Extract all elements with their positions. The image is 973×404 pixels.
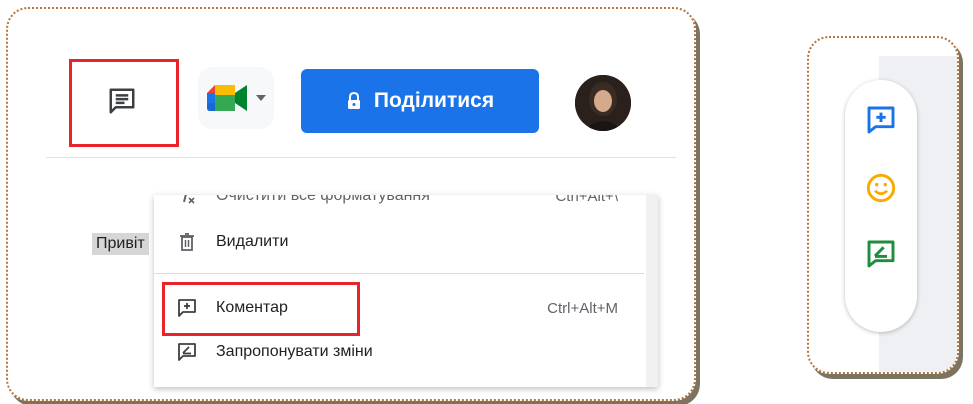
menu-item-suggest-edits[interactable]: Запропонувати зміни: [154, 329, 644, 375]
menu-item-delete[interactable]: Видалити: [154, 219, 644, 265]
side-emoji-button[interactable]: [863, 170, 899, 206]
chevron-down-icon: [256, 95, 266, 101]
clear-format-icon: [176, 195, 198, 207]
left-panel: Поділитися Привіт Очистити все форматува…: [6, 7, 696, 401]
menu-separator: [154, 273, 644, 274]
menu-item-clear-formatting[interactable]: Очистити все форматування Ctrl+Alt+\: [154, 195, 644, 219]
meet-button[interactable]: [198, 67, 274, 129]
side-add-comment-button[interactable]: [863, 102, 899, 138]
side-actions-pill: [845, 80, 917, 332]
menu-scrollbar[interactable]: [646, 195, 658, 387]
suggest-edits-icon: [867, 240, 895, 268]
suggest-edits-icon: [176, 341, 198, 363]
google-meet-icon: [207, 85, 247, 111]
share-label: Поділитися: [373, 89, 495, 112]
menu-item-shortcut: Ctrl+Alt+\: [555, 195, 618, 205]
comment-history-button[interactable]: [92, 69, 152, 133]
lock-icon: [347, 92, 360, 109]
menu-item-label: Видалити: [216, 233, 289, 250]
context-menu: Очистити все форматування Ctrl+Alt+\ Вид…: [154, 195, 658, 387]
toolbar-divider: [46, 157, 676, 158]
share-button[interactable]: Поділитися: [301, 69, 539, 133]
add-comment-icon: [176, 297, 198, 319]
user-avatar: [575, 75, 631, 131]
comment-history-icon: [109, 88, 135, 114]
add-comment-icon: [867, 106, 895, 134]
side-suggest-edits-button[interactable]: [863, 236, 899, 272]
menu-item-comment[interactable]: Коментар Ctrl+Alt+M: [154, 285, 644, 331]
trash-icon: [176, 231, 198, 253]
avatar[interactable]: [575, 75, 631, 131]
menu-item-label: Запропонувати зміни: [216, 343, 373, 360]
menu-item-label: Очистити все форматування: [216, 195, 430, 204]
document-text: Привіт: [92, 233, 149, 255]
right-panel: [807, 36, 959, 374]
emoji-icon: [866, 173, 896, 203]
menu-item-shortcut: Ctrl+Alt+M: [547, 299, 618, 317]
menu-item-label: Коментар: [216, 299, 288, 316]
